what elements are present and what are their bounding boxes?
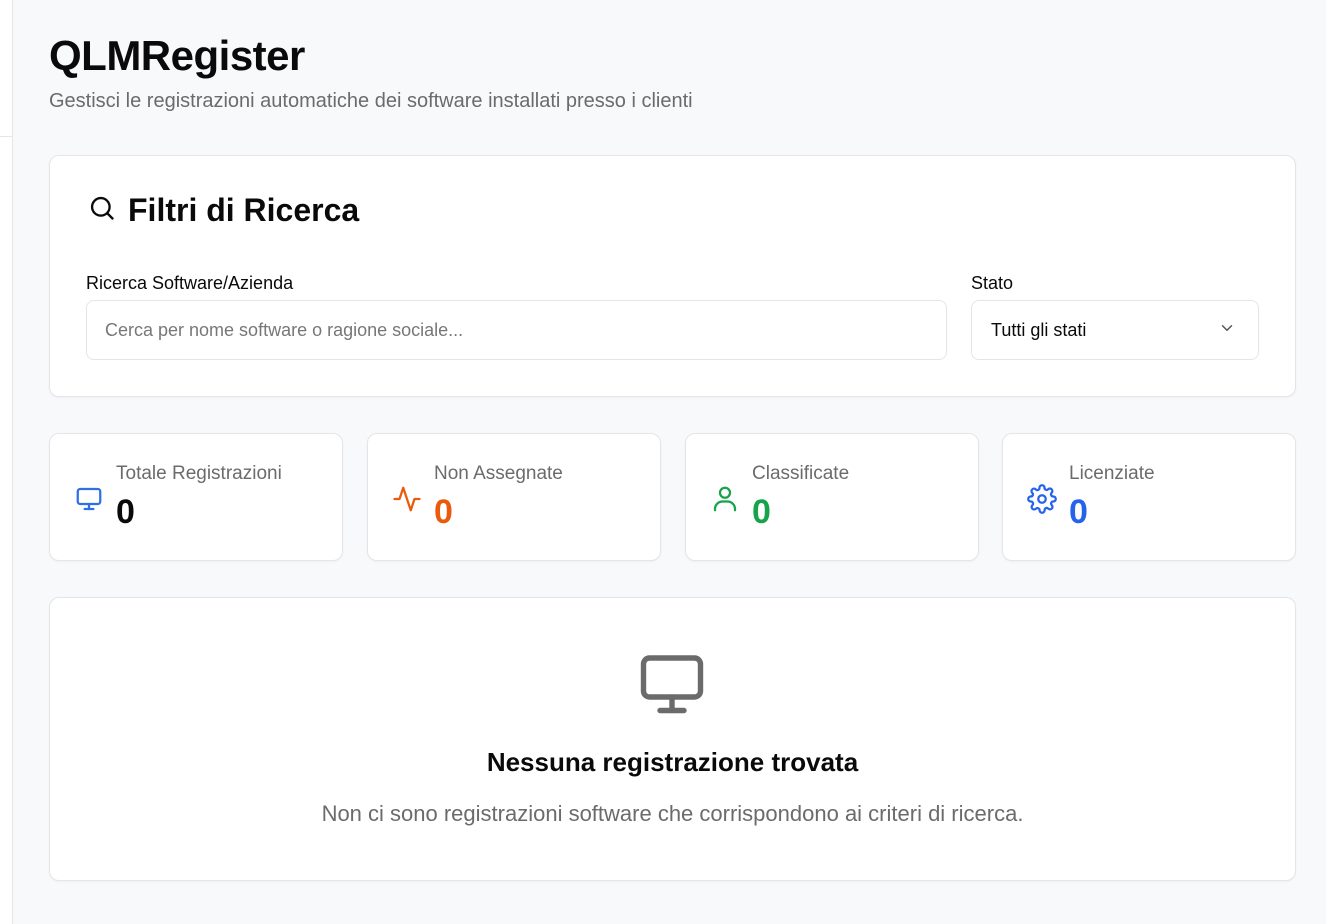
search-field-label: Ricerca Software/Azienda <box>86 273 294 293</box>
stat-value: 0 <box>752 493 771 531</box>
status-field-label: Stato <box>971 273 1014 293</box>
status-select[interactable]: Tutti gli stati <box>971 300 1259 360</box>
stat-value: 0 <box>1069 493 1088 531</box>
empty-state-title: Nessuna registrazione trovata <box>486 747 859 777</box>
main-content: QLMRegister Gestisci le registrazioni au… <box>13 0 1331 924</box>
page-title: QLMRegister <box>49 32 305 79</box>
user-icon <box>710 484 740 514</box>
filters-heading: Filtri di Ricerca <box>88 190 359 230</box>
monitor-icon <box>636 649 708 721</box>
stat-card-total: Totale Registrazioni 0 <box>49 433 343 561</box>
stat-label: Totale Registrazioni <box>116 463 282 484</box>
stat-value: 0 <box>116 493 135 531</box>
stat-label: Classificate <box>752 463 850 484</box>
search-icon <box>88 194 116 227</box>
stat-card-classified: Classificate 0 <box>685 433 979 561</box>
search-filters-card: Filtri di Ricerca Ricerca Software/Azien… <box>49 155 1296 397</box>
page-subtitle: Gestisci le registrazioni automatiche de… <box>49 90 693 112</box>
stat-value: 0 <box>434 493 453 531</box>
stat-label: Licenziate <box>1069 463 1155 484</box>
empty-state-description: Non ci sono registrazioni software che c… <box>321 801 1024 826</box>
stat-card-unassigned: Non Assegnate 0 <box>367 433 661 561</box>
scrollbar-track[interactable] <box>1326 0 1331 924</box>
empty-state-card: Nessuna registrazione trovata Non ci son… <box>49 597 1296 881</box>
chevron-down-icon <box>1218 319 1236 342</box>
stat-label: Non Assegnate <box>434 463 563 484</box>
filters-title: Filtri di Ricerca <box>128 192 360 228</box>
settings-icon <box>1027 484 1057 514</box>
status-select-value: Tutti gli stati <box>991 319 1087 340</box>
monitor-icon <box>74 484 104 514</box>
activity-icon <box>392 484 422 514</box>
sidebar-edge <box>0 0 13 924</box>
stat-card-licensed: Licenziate 0 <box>1002 433 1296 561</box>
search-input[interactable] <box>86 300 947 360</box>
